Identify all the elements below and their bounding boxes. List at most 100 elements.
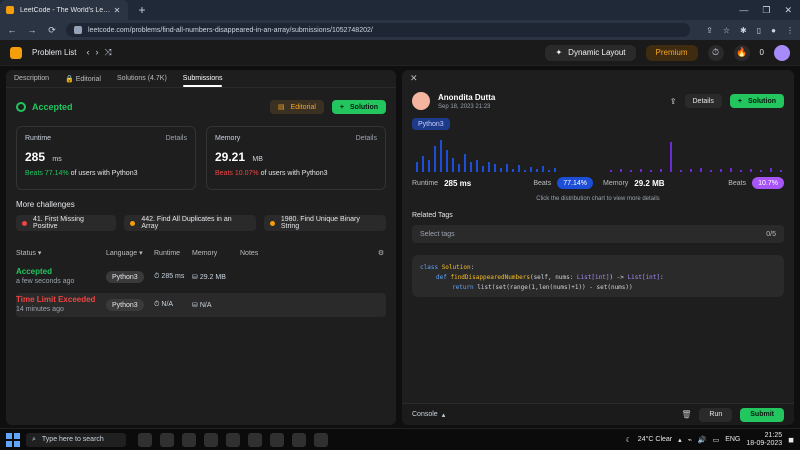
menu-kebab-icon[interactable]: ⋮ <box>786 26 794 35</box>
table-row[interactable]: Time Limit Exceeded 14 minutes ago Pytho… <box>16 293 386 317</box>
memory-card[interactable]: Memory Details 29.21 MB Beats 10.07% of … <box>206 126 386 190</box>
tab-description[interactable]: Description <box>14 75 49 82</box>
firefox-icon[interactable] <box>314 432 328 447</box>
address-bar[interactable]: leetcode.com/problems/find-all-numbers-d… <box>66 23 691 37</box>
clock[interactable]: 21:25 18-09-2023 <box>746 432 782 448</box>
close-icon[interactable]: ✕ <box>410 73 418 84</box>
challenge-chip-442[interactable]: 442. Find All Duplicates in an Array <box>124 215 256 231</box>
gear-icon[interactable]: ⚙ <box>376 248 386 258</box>
clock-date: 18-09-2023 <box>746 439 783 447</box>
language-badge: Python3 <box>412 118 450 130</box>
avatar[interactable] <box>774 44 790 61</box>
left-panel: Description 🔒 Editorial Solutions (4.7K)… <box>6 70 396 425</box>
share-icon[interactable]: ⇪ <box>670 97 677 106</box>
avatar <box>412 92 430 110</box>
edge-icon[interactable] <box>182 432 196 447</box>
runtime-card[interactable]: Runtime Details 285 ms Beats 77.14% of u… <box>16 126 196 190</box>
memory-bar <box>640 169 642 172</box>
window-controls: — ❐ ✕ <box>739 5 800 16</box>
restore-icon[interactable]: ❐ <box>762 5 770 16</box>
editorial-button[interactable]: ▤ Editorial <box>269 100 324 114</box>
memory-distribution-chart[interactable] <box>604 134 786 174</box>
bookmark-star-icon[interactable]: ☆ <box>723 26 730 35</box>
memory-bar <box>710 170 712 172</box>
premium-button[interactable]: Premium <box>645 44 698 61</box>
leetcode-logo-icon[interactable] <box>10 46 22 59</box>
reload-icon[interactable]: ⟳ <box>46 24 58 36</box>
clock-time: 21:25 <box>764 431 783 439</box>
network-icon[interactable]: ⌁ <box>688 436 692 444</box>
file-explorer-icon[interactable] <box>204 432 218 447</box>
notifications-icon[interactable]: ◼ <box>788 436 794 444</box>
timer-icon[interactable]: ⏱ <box>707 44 724 61</box>
chrome-icon[interactable] <box>292 432 306 447</box>
new-tab-icon[interactable]: + <box>134 2 150 18</box>
memory-bar <box>760 170 762 172</box>
profile-icon[interactable]: ● <box>771 26 776 35</box>
forward-arrow-icon[interactable]: → <box>26 24 38 36</box>
volume-icon[interactable]: 🔊 <box>698 436 707 444</box>
trash-icon[interactable]: 🗑 <box>681 410 691 420</box>
mail-icon[interactable] <box>270 432 284 447</box>
window-close-icon[interactable]: ✕ <box>784 5 792 16</box>
next-problem-icon[interactable]: › <box>95 47 98 58</box>
weather-text[interactable]: 24°C Clear <box>638 436 672 443</box>
runtime-bar <box>524 170 526 172</box>
challenge-chip-1980[interactable]: 1980. Find Unique Binary String <box>263 215 386 231</box>
console-toggle[interactable]: Console ▴ <box>412 411 445 419</box>
runtime-distribution-chart[interactable] <box>412 134 594 174</box>
details-button[interactable]: Details <box>684 94 722 108</box>
solution-button[interactable]: + Solution <box>331 100 386 114</box>
taskbar-search[interactable]: ⌕ Type here to search <box>26 432 126 447</box>
solution-button-right[interactable]: + Solution <box>729 94 784 108</box>
language-header-label: Language <box>106 250 138 257</box>
sidebar-icon[interactable]: ▯ <box>757 26 761 35</box>
dell-icon[interactable] <box>248 432 262 447</box>
runtime-beats-pct: 77.14% <box>44 170 69 177</box>
memory-icon: ⛁ <box>192 274 198 281</box>
dynamic-layout-button[interactable]: ✦ Dynamic Layout <box>545 44 636 61</box>
tab-solutions[interactable]: Solutions (4.7K) <box>117 75 167 82</box>
language-indicator[interactable]: ENG <box>725 436 740 443</box>
browser-tab-leetcode[interactable]: LeetCode - The World's Leading ✕ <box>0 0 128 20</box>
run-button[interactable]: Run <box>699 407 733 422</box>
store-icon[interactable] <box>226 432 240 447</box>
url-text: leetcode.com/problems/find-all-numbers-d… <box>88 26 373 34</box>
windows-start-icon[interactable] <box>6 432 20 447</box>
right-panel-top: ✕ <box>402 70 794 86</box>
share-icon[interactable]: ⇪ <box>706 26 713 35</box>
start-tile <box>6 440 12 447</box>
close-icon[interactable]: ✕ <box>112 5 122 15</box>
user-name: Anondita Dutta <box>438 92 496 102</box>
memory-beats-pct: 10.07% <box>234 170 259 177</box>
chevron-up-icon[interactable]: ▴ <box>678 436 682 444</box>
tab-submissions[interactable]: Submissions <box>182 75 222 87</box>
memory-bar <box>660 169 662 172</box>
extensions-icon[interactable]: ✱ <box>740 26 747 35</box>
submission-memory-value: N/A <box>199 302 212 309</box>
chevron-up-icon: ▴ <box>441 411 446 419</box>
memory-details-link[interactable]: Details <box>356 135 377 142</box>
lang-badge: Python3 <box>106 271 144 283</box>
submit-button[interactable]: Submit <box>740 407 784 422</box>
code-type-param: [int] <box>641 274 661 281</box>
runtime-bar <box>554 168 556 172</box>
status-header[interactable]: Status ▾ <box>16 249 106 257</box>
shuffle-icon[interactable]: ⤨ <box>104 47 111 58</box>
code-block[interactable]: class Solution: def findDisappearedNumbe… <box>412 255 784 297</box>
back-arrow-icon[interactable]: ← <box>6 24 18 36</box>
table-row[interactable]: Accepted a few seconds ago Python3 ⏱ 285… <box>16 265 386 289</box>
minimize-icon[interactable]: — <box>739 5 748 16</box>
challenge-chip-41[interactable]: 41. First Missing Positive <box>16 215 117 231</box>
language-header[interactable]: Language ▾ <box>106 249 154 257</box>
runtime-bar <box>542 166 544 172</box>
battery-icon[interactable]: ▭ <box>713 436 720 444</box>
task-view-icon[interactable] <box>160 432 174 447</box>
tab-editorial[interactable]: 🔒 Editorial <box>65 75 101 83</box>
runtime-details-link[interactable]: Details <box>166 135 187 142</box>
prev-problem-icon[interactable]: ‹ <box>86 47 89 58</box>
fire-icon[interactable]: 🔥 <box>733 44 750 61</box>
widgets-icon[interactable] <box>138 432 152 447</box>
problem-list-title[interactable]: Problem List <box>32 48 76 57</box>
tags-input[interactable]: Select tags 0/5 <box>412 225 784 243</box>
